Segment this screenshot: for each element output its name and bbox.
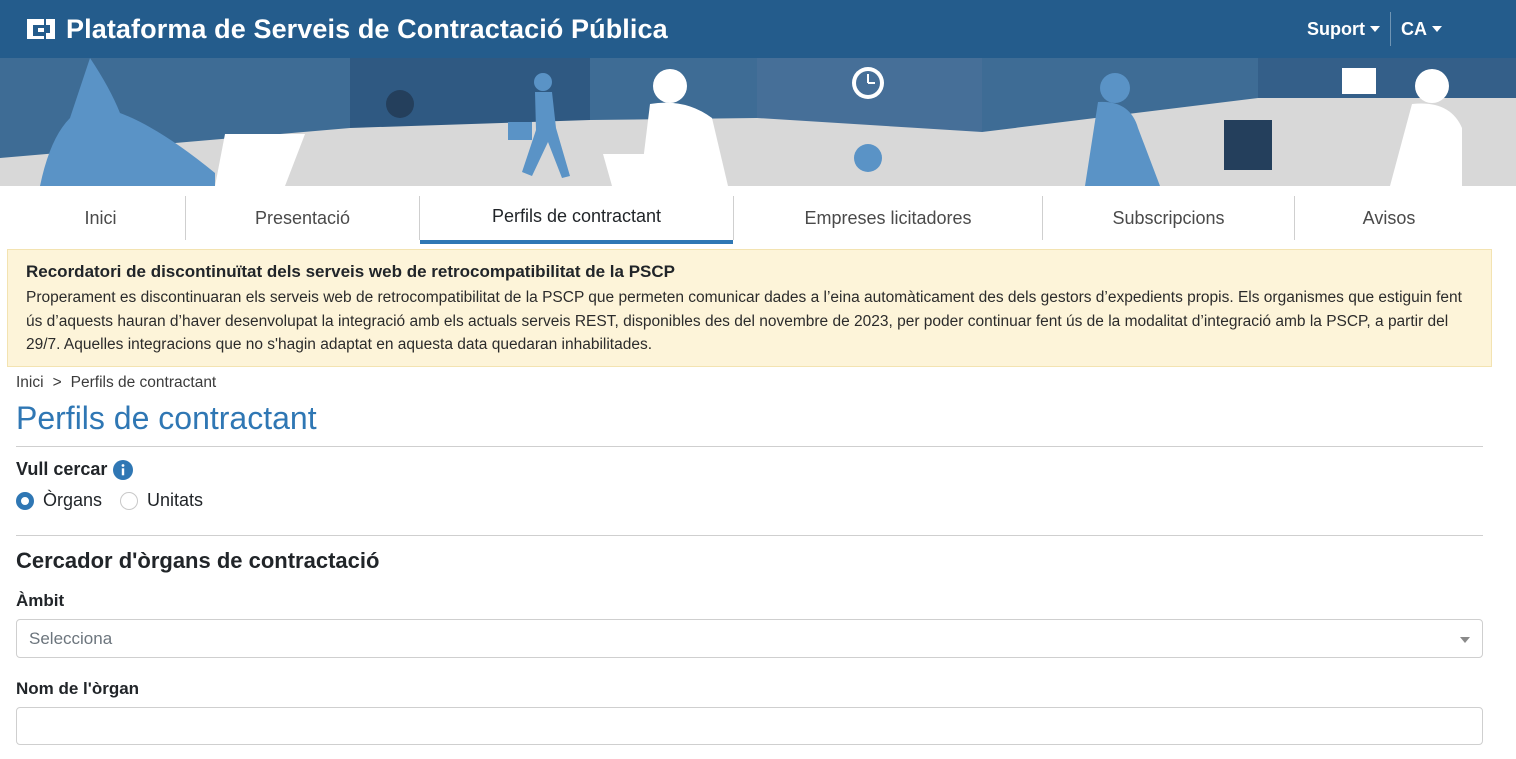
page-title: Perfils de contractant — [16, 400, 317, 436]
top-bar: Plataforma de Serveis de Contractació Pú… — [0, 0, 1516, 58]
radio-organs[interactable]: Òrgans — [16, 490, 102, 511]
search-type-radios: Òrgans Unitats — [16, 490, 221, 511]
caret-down-icon — [1460, 637, 1470, 643]
radio-checked-indicator[interactable] — [16, 491, 34, 510]
tab-label: Perfils de contractant — [491, 205, 662, 226]
tab-inici[interactable]: Inici — [16, 192, 185, 244]
tab-label: Empreses licitadores — [804, 207, 972, 228]
ambit-label: Àmbit — [16, 591, 65, 610]
search-type-label: Vull cercar — [16, 459, 134, 480]
main-nav: Inici Presentació Perfils de contractant… — [0, 192, 1516, 244]
language-menu-label: CA — [1401, 18, 1427, 39]
divider — [16, 535, 1483, 536]
search-type-text: Vull cercar — [16, 459, 108, 479]
tab-label: Avisos — [1362, 207, 1416, 228]
radio-unitats[interactable]: Unitats — [120, 490, 203, 511]
ambit-select-placeholder: Selecciona — [29, 628, 113, 648]
ambit-select[interactable]: Selecciona — [16, 619, 1483, 658]
nom-organ-input[interactable] — [16, 707, 1483, 745]
caret-down-icon — [1432, 26, 1442, 32]
info-icon[interactable] — [113, 459, 134, 480]
tab-label: Inici — [84, 207, 117, 228]
radio-label: Òrgans — [43, 490, 103, 510]
tab-label: Subscripcions — [1112, 207, 1225, 228]
section-title: Cercador d'òrgans de contractació — [16, 548, 380, 573]
tab-avisos[interactable]: Avisos — [1295, 192, 1483, 244]
support-menu[interactable]: Suport — [1297, 12, 1390, 46]
tab-empreses-licitadores[interactable]: Empreses licitadores — [734, 192, 1042, 244]
breadcrumb-home-link[interactable]: Inici — [16, 374, 44, 392]
divider — [16, 446, 1483, 447]
radio-unchecked-indicator[interactable] — [120, 491, 139, 510]
breadcrumb: Inici > Perfils de contractant — [16, 374, 216, 392]
caret-down-icon — [1370, 26, 1380, 32]
language-menu[interactable]: CA — [1391, 12, 1452, 46]
top-menu: Suport CA — [1297, 12, 1452, 46]
site-title: Plataforma de Serveis de Contractació Pú… — [66, 13, 668, 44]
alert-text: Properament es discontinuaran els servei… — [26, 289, 1462, 353]
tab-label: Presentació — [254, 207, 351, 228]
breadcrumb-current: Perfils de contractant — [70, 374, 217, 391]
radio-label: Unitats — [147, 490, 204, 510]
tab-subscripcions[interactable]: Subscripcions — [1043, 192, 1294, 244]
tab-presentacio[interactable]: Presentació — [186, 192, 419, 244]
notice-alert: Recordatori de discontinuïtat dels serve… — [7, 249, 1492, 367]
brand[interactable]: Plataforma de Serveis de Contractació Pú… — [24, 10, 668, 48]
alert-title: Recordatori de discontinuïtat dels serve… — [26, 262, 675, 281]
nom-organ-label: Nom de l'òrgan — [16, 679, 140, 698]
brand-logo-icon — [27, 19, 55, 39]
banner-illustration — [0, 58, 1516, 186]
hero-banner — [0, 58, 1516, 186]
breadcrumb-separator: > — [52, 374, 62, 391]
tab-perfils-de-contractant[interactable]: Perfils de contractant — [420, 192, 733, 244]
support-menu-label: Suport — [1307, 18, 1365, 39]
